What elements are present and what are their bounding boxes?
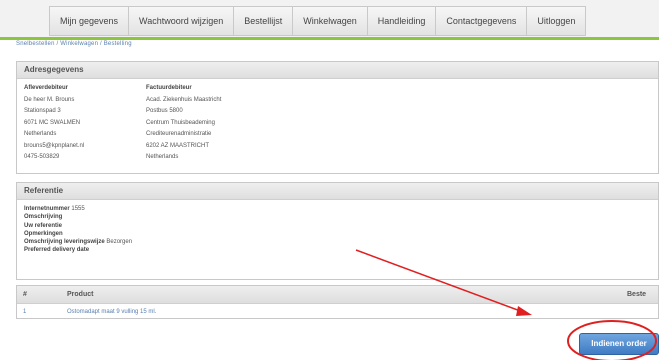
table-header: # Product Beste xyxy=(17,286,658,304)
delivery-line: De heer M. Brouns xyxy=(24,96,75,103)
reference-row: Internetnummer 1555 xyxy=(24,206,85,212)
col-number: # xyxy=(23,291,27,298)
order-table: # Product Beste 1 Ostomadapt maat 9 vull… xyxy=(16,285,659,319)
nav-contactgegevens[interactable]: Contactgegevens xyxy=(436,7,528,35)
submit-order-button[interactable]: Indienen order xyxy=(579,333,659,355)
invoice-line: 6202 AZ MAASTRICHT xyxy=(146,142,210,149)
col-product: Product xyxy=(67,291,94,298)
nav-wachtwoord-wijzigen[interactable]: Wachtwoord wijzigen xyxy=(129,7,235,35)
nav-mijn-gegevens[interactable]: Mijn gegevens xyxy=(50,7,130,35)
delivery-line: 6071 MC SWALMEN xyxy=(24,119,81,126)
reference-details: Internetnummer 1555 Omschrijving Uw refe… xyxy=(17,200,658,260)
reference-row: Omschrijving xyxy=(24,214,63,221)
invoice-line: Centrum Thuisbeademing xyxy=(146,119,215,126)
delivery-address: Afleverdebiteur De heer M. Brouns Statio… xyxy=(24,83,84,164)
main-menu: Mijn gegevens Wachtwoord wijzigen Bestel… xyxy=(49,6,587,36)
col-besteld: Beste xyxy=(627,291,647,298)
nav-uitloggen[interactable]: Uitloggen xyxy=(527,7,586,35)
delivery-line: brouns5@kpnplanet.nl xyxy=(24,142,85,149)
table-row: 1 Ostomadapt maat 9 vulling 15 ml. xyxy=(17,304,658,320)
row-number: 1 xyxy=(23,309,27,315)
delivery-address-header: Afleverdebiteur xyxy=(24,85,69,91)
row-product-link[interactable]: Ostomadapt maat 9 vulling 15 ml. xyxy=(67,304,156,321)
address-panel: Adresgegevens Afleverdebiteur De heer M.… xyxy=(16,61,659,174)
breadcrumb[interactable]: Snelbestellen / Winkelwagen / Bestelling xyxy=(16,41,132,47)
reference-panel-title: Referentie xyxy=(17,183,658,200)
nav-winkelwagen[interactable]: Winkelwagen xyxy=(293,7,368,35)
invoice-address-header: Factuurdebiteur xyxy=(146,85,192,91)
invoice-address: Factuurdebiteur Acad. Ziekenhuis Maastri… xyxy=(146,83,221,164)
reference-row: Uw referentie xyxy=(24,222,63,229)
invoice-line: Crediteurenadministratie xyxy=(146,131,212,137)
reference-row: Omschrijving leveringswijze Bezorgen xyxy=(24,239,133,246)
reference-panel: Referentie Internetnummer 1555 Omschrijv… xyxy=(16,182,659,280)
delivery-line: Netherlands xyxy=(24,131,57,137)
invoice-line: Netherlands xyxy=(146,154,179,160)
nav-handleiding[interactable]: Handleiding xyxy=(367,7,437,35)
invoice-line: Postbus 5800 xyxy=(146,108,183,114)
address-panel-title: Adresgegevens xyxy=(17,62,658,79)
invoice-line: Acad. Ziekenhuis Maastricht xyxy=(146,96,222,103)
delivery-line: Stationspad 3 xyxy=(24,108,61,114)
nav-bestellijst[interactable]: Bestellijst xyxy=(234,7,294,35)
top-navigation-bar: Mijn gegevens Wachtwoord wijzigen Bestel… xyxy=(0,0,659,40)
reference-row: Preferred delivery date xyxy=(24,247,90,254)
reference-row: Opmerkingen xyxy=(24,230,63,237)
delivery-line: 0475-503829 xyxy=(24,154,60,160)
